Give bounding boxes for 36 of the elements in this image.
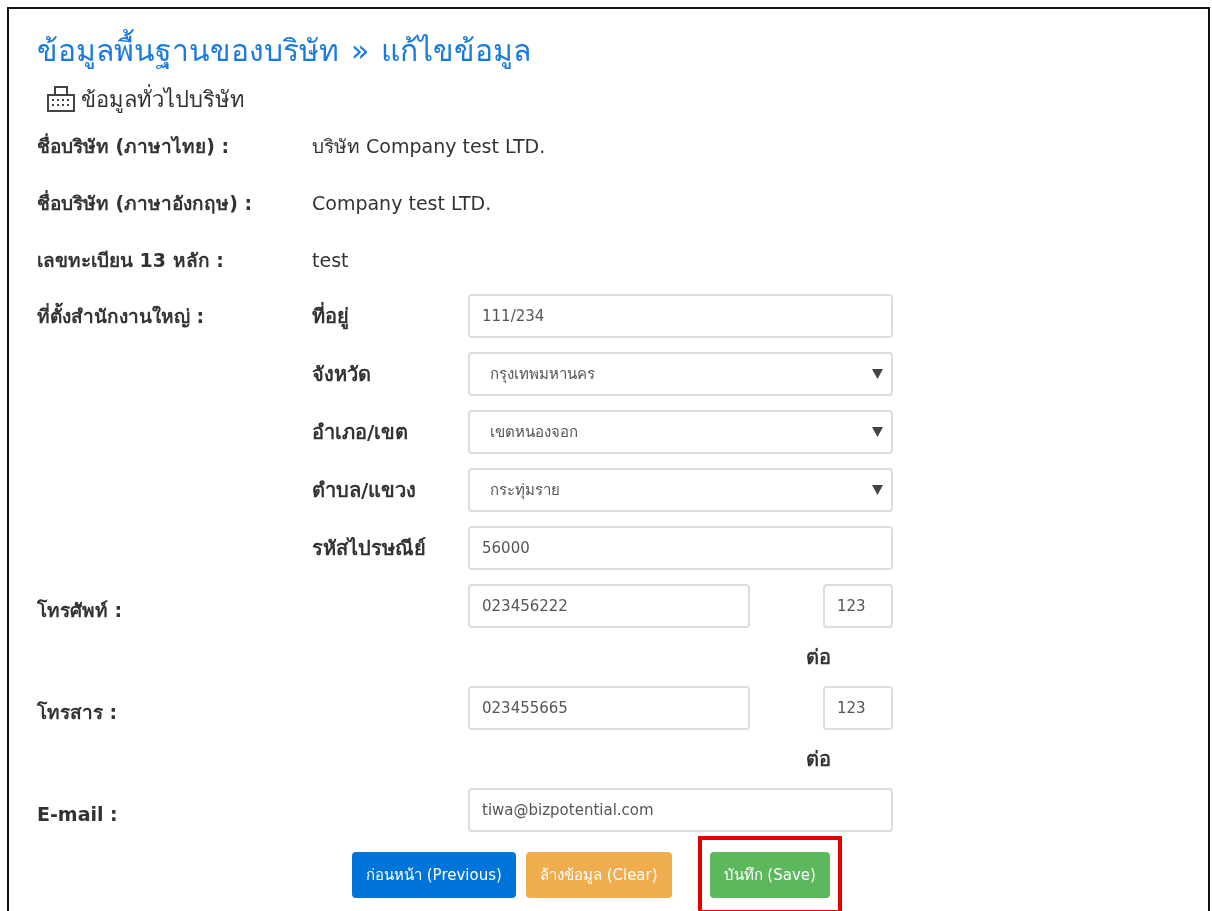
dropdown-field[interactable]: กระทุ่มราย (468, 468, 893, 512)
breadcrumb-separator: » (351, 32, 370, 70)
input-field[interactable]: 56000 (468, 526, 893, 570)
field-value: บริษัท Company test LTD. (312, 133, 547, 159)
building-icon (47, 86, 75, 112)
field-label: ต่อ (806, 746, 831, 773)
field-label: รหัสไปรษณีย์ (312, 535, 427, 562)
field-label: ชื่อบริษัท (ภาษาไทย) : (37, 132, 231, 159)
input-field[interactable]: 111/234 (468, 294, 893, 338)
field-label: ที่อยู่ (312, 301, 350, 332)
field-value: test (312, 248, 350, 271)
field-label: โทรสาร : (37, 700, 119, 725)
dropdown-field[interactable]: เขตหนองจอก (468, 410, 893, 454)
field-label: E-mail : (37, 803, 119, 825)
field-label: โทรศัพท์ : (37, 598, 124, 623)
input-field[interactable]: 023455665 (468, 686, 750, 730)
field-label: ตำบล/แขวง (312, 477, 418, 504)
field-label: จังหวัด (312, 361, 372, 388)
field-value: Company test LTD. (312, 191, 493, 214)
page-subtitle: แก้ไขข้อมูล (381, 32, 532, 71)
field-label: อำเภอ/เขต (312, 419, 410, 446)
caret-icon (872, 369, 883, 379)
extension-field[interactable]: 123 (823, 686, 893, 730)
field-label: เลขทะเบียน 13 หลัก : (37, 247, 225, 273)
dropdown-field[interactable]: กรุงเทพมหานคร (468, 352, 893, 396)
form-button[interactable]: ก่อนหน้า (Previous) (352, 852, 516, 898)
caret-icon (872, 427, 883, 437)
field-label: ชื่อบริษัท (ภาษาอังกฤษ) : (37, 189, 254, 216)
field-label: ที่ตั้งสำนักงานใหญ่ : (37, 301, 312, 331)
caret-icon (872, 485, 883, 495)
extension-field[interactable]: 123 (823, 584, 893, 628)
field-label: ต่อ (806, 644, 831, 671)
input-field[interactable]: tiwa@bizpotential.com (468, 788, 893, 832)
input-field[interactable]: 023456222 (468, 584, 750, 628)
section-title: ข้อมูลทั่วไปบริษัท (81, 83, 245, 115)
page-title: ข้อมูลพื้นฐานของบริษัท (37, 31, 339, 71)
